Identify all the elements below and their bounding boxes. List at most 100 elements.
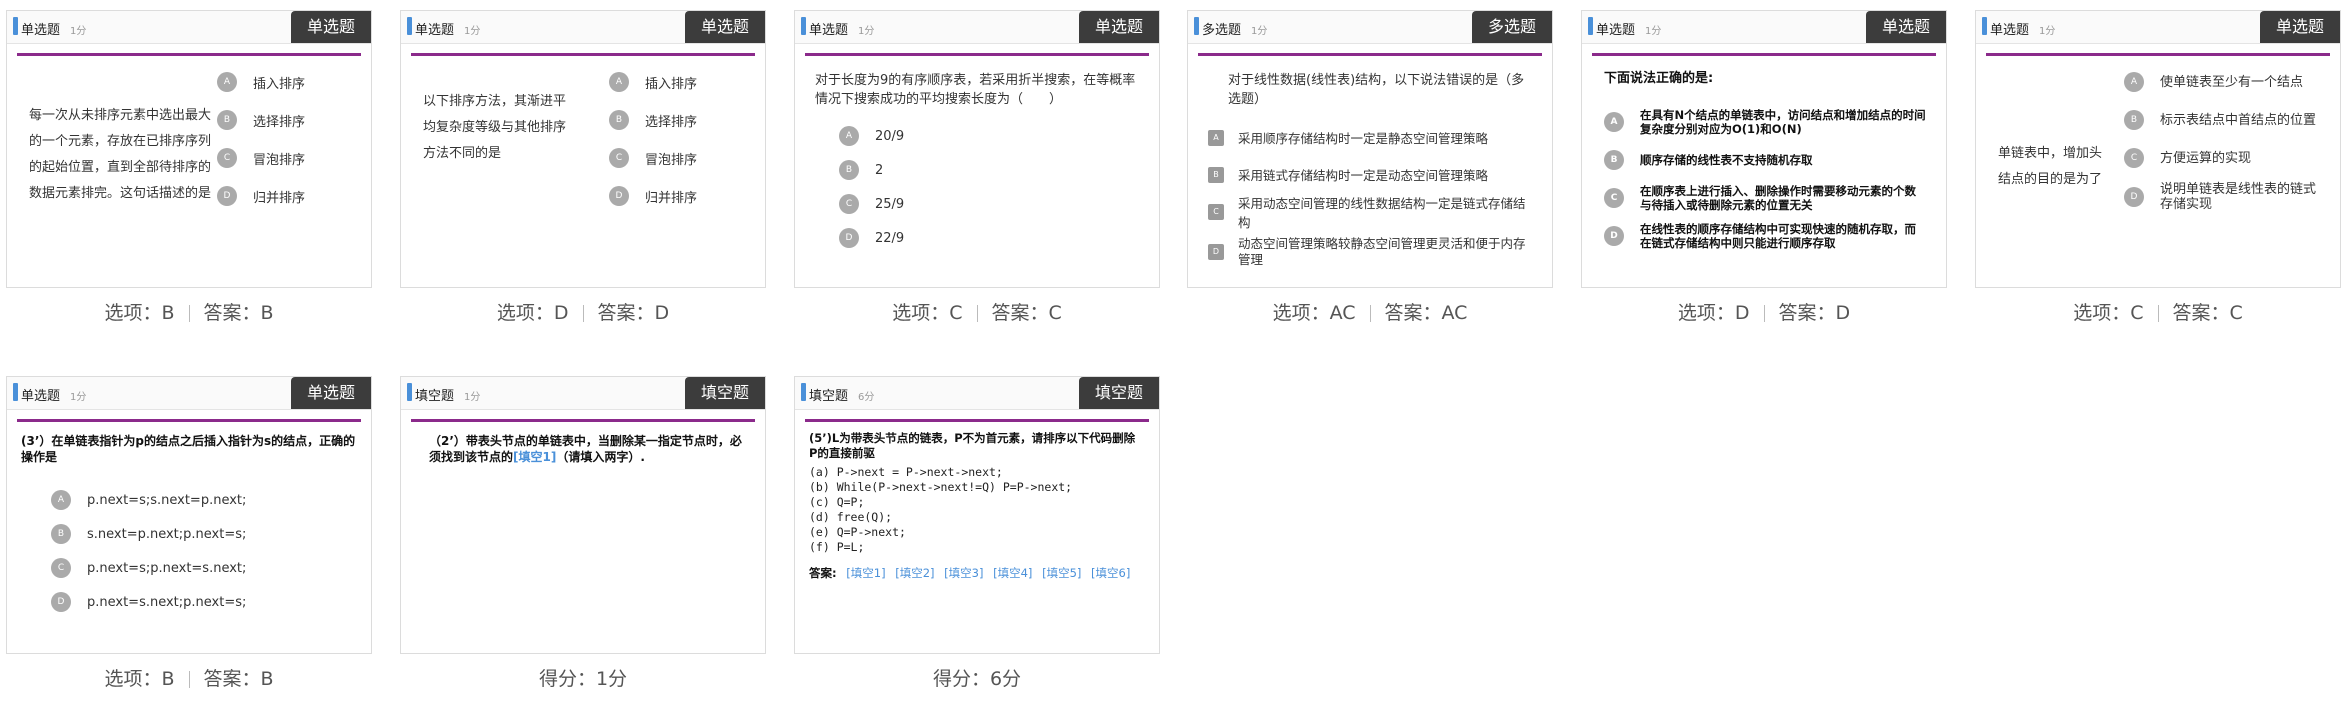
separator: [2157, 305, 2159, 322]
option-letter: B: [51, 524, 71, 544]
option-letter: D: [609, 186, 629, 206]
option-letter: C: [217, 148, 237, 168]
option-text: p.next=s;s.next=p.next;: [87, 492, 247, 508]
separator: [582, 305, 584, 322]
option-b: B2: [839, 153, 904, 187]
question-card-1: 单选题 1分 单选题 每一次从未排序元素中选出最大的一个元素，存放在已排序序列的起…: [6, 10, 372, 288]
question-stem: 每一次从未排序元素中选出最大的一个元素，存放在已排序序列的起始位置，直到全部待排…: [29, 108, 212, 201]
result-caption: 选项：D 答案：D: [1581, 298, 1947, 325]
option-letter: A: [2124, 72, 2144, 92]
option-letter: B: [2124, 110, 2144, 130]
option-text: 归并排序: [253, 190, 306, 206]
stem-text: （请填入两字）.: [556, 450, 645, 464]
option-c: C 25/9: [839, 187, 904, 221]
option-a: A 在具有N个结点的单链表中，访问结点和增加结点的时间复杂度分别对应为O(1)和O…: [1604, 103, 1926, 141]
option-letter: C: [839, 194, 859, 214]
option-letter: D: [2124, 187, 2144, 207]
fill-blank[interactable]: [填空3]: [944, 566, 983, 580]
option-a: Ap.next=s;s.next=p.next;: [51, 483, 246, 517]
fill-blank[interactable]: [填空1]: [513, 450, 556, 464]
question-score: 6分: [858, 392, 875, 403]
question-stem: 以下排序方法，其渐进平均复杂度等级与其他排序方法不同的是: [423, 94, 567, 161]
option-a: A 插入排序: [217, 63, 305, 101]
card-header: 单选题 1分 单选题: [795, 11, 1159, 44]
option-letter: A: [217, 72, 237, 92]
option-text: 选择排序: [253, 114, 306, 130]
question-type: 单选题 1分: [809, 23, 875, 38]
question-stem: （2’）带表头节点的单链表中，当删除某一指定节点时，必须找到该节点的[填空1]（…: [429, 433, 745, 465]
option-text: 在具有N个结点的单链表中，访问结点和增加结点的时间复杂度分别对应为O(1)和O(…: [1640, 108, 1926, 136]
option-letter: D: [217, 186, 237, 206]
question-card-4: 多选题 1分 多选题 对于线性数据(线性表)结构，以下说法错误的是（多选题） A采…: [1187, 10, 1553, 288]
option-text: 归并排序: [645, 190, 698, 206]
result-caption: 得分：6分: [794, 664, 1160, 691]
result-caption: 选项：D 答案：D: [400, 298, 766, 325]
question-score: 1分: [70, 26, 87, 37]
header-marker: [1588, 17, 1593, 35]
option-letter: A: [1208, 129, 1224, 146]
question-score: 1分: [464, 26, 481, 37]
question-type: 多选题 1分: [1202, 23, 1268, 38]
header-marker: [407, 17, 412, 35]
card-header: 单选题 1分 单选题: [7, 377, 371, 410]
card-header: 单选题 1分 单选题: [7, 11, 371, 44]
answer-text: 答案：B: [203, 668, 274, 690]
result-caption: 选项：B 答案：B: [6, 298, 372, 325]
result-caption: 选项：AC 答案：AC: [1187, 298, 1553, 325]
question-score: 1分: [858, 26, 875, 37]
choice-text: 选项：D: [1677, 302, 1750, 324]
answer-text: 答案：B: [203, 302, 274, 324]
option-text: 使单链表至少有一个结点: [2160, 74, 2304, 90]
option-text: 顺序存储的线性表不支持随机存取: [1640, 153, 1813, 167]
separator: [188, 305, 190, 322]
option-text: 插入排序: [645, 76, 698, 92]
separator: [1763, 305, 1765, 322]
question-stem: (5’)L为带表头节点的链表，P不为首元素，请排序以下代码删除P的直接前驱: [809, 431, 1136, 460]
option-d: D 动态空间管理策略较静态空间管理更灵活和便于内存管理: [1208, 230, 1534, 274]
option-text: 插入排序: [253, 76, 306, 92]
option-text: 在线性表的顺序存储结构中可实现快速的随机存取，而在链式存储结构中则只能进行顺序存…: [1640, 222, 1916, 250]
choice-text: 选项：B: [104, 302, 175, 324]
question-type-tag: 单选题: [291, 377, 371, 409]
card-header: 填空题 6分 填空题: [795, 377, 1159, 410]
option-letter: D: [839, 228, 859, 248]
option-letter: C: [2124, 148, 2144, 168]
option-letter: C: [51, 558, 71, 578]
option-text: 动态空间管理策略较静态空间管理更灵活和便于内存管理: [1238, 236, 1526, 267]
fill-blank[interactable]: [填空1]: [846, 566, 885, 580]
option-b: B 采用链式存储结构时一定是动态空间管理策略: [1208, 156, 1534, 193]
fill-blank[interactable]: [填空5]: [1042, 566, 1081, 580]
question-stem: (3’）在单链表指针为p的结点之后插入指针为s的结点，正确的操作是: [21, 434, 356, 464]
question-stem: 对于线性数据(线性表)结构，以下说法错误的是（多选题）: [1228, 73, 1525, 107]
option-letter: D: [51, 592, 71, 612]
question-score: 1分: [1251, 26, 1268, 37]
divider: [805, 53, 1149, 56]
divider: [1986, 53, 2330, 56]
score-text: 得分：1分: [538, 668, 628, 690]
fill-blank[interactable]: [填空6]: [1091, 566, 1130, 580]
question-type: 单选题 1分: [1596, 23, 1662, 38]
question-type-tag: 单选题: [2260, 11, 2340, 43]
separator: [1369, 305, 1371, 322]
question-type: 填空题 6分: [809, 389, 875, 404]
answer-text: 答案：AC: [1384, 302, 1468, 324]
result-caption: 选项：B 答案：B: [6, 664, 372, 691]
fill-blank[interactable]: [填空4]: [993, 566, 1032, 580]
option-text: 25/9: [875, 196, 905, 212]
option-text: 在顺序表上进行插入、删除操作时需要移动元素的个数与待插入或待删除元素的位置无关: [1640, 184, 1916, 212]
option-d: D 归并排序: [609, 177, 697, 215]
choice-text: 选项：C: [892, 302, 963, 324]
question-type: 单选题 1分: [1990, 23, 2056, 38]
question-card-9: 填空题 6分 填空题 (5’)L为带表头节点的链表，P不为首元素，请排序以下代码删…: [794, 376, 1160, 654]
option-text: 20/9: [875, 128, 905, 144]
option-letter: D: [1208, 244, 1224, 260]
option-b: B 选择排序: [217, 101, 305, 139]
header-marker: [1982, 17, 1987, 35]
fill-blank[interactable]: [填空2]: [895, 566, 934, 580]
option-letter: B: [609, 110, 629, 130]
option-c: C 采用动态空间管理的线性数据结构一定是链式存储结构: [1208, 193, 1534, 230]
separator: [188, 671, 190, 688]
question-card-7: 单选题 1分 单选题 (3’）在单链表指针为p的结点之后插入指针为s的结点，正确的…: [6, 376, 372, 654]
question-type: 单选题 1分: [415, 23, 481, 38]
result-caption: 选项：C 答案：C: [794, 298, 1160, 325]
